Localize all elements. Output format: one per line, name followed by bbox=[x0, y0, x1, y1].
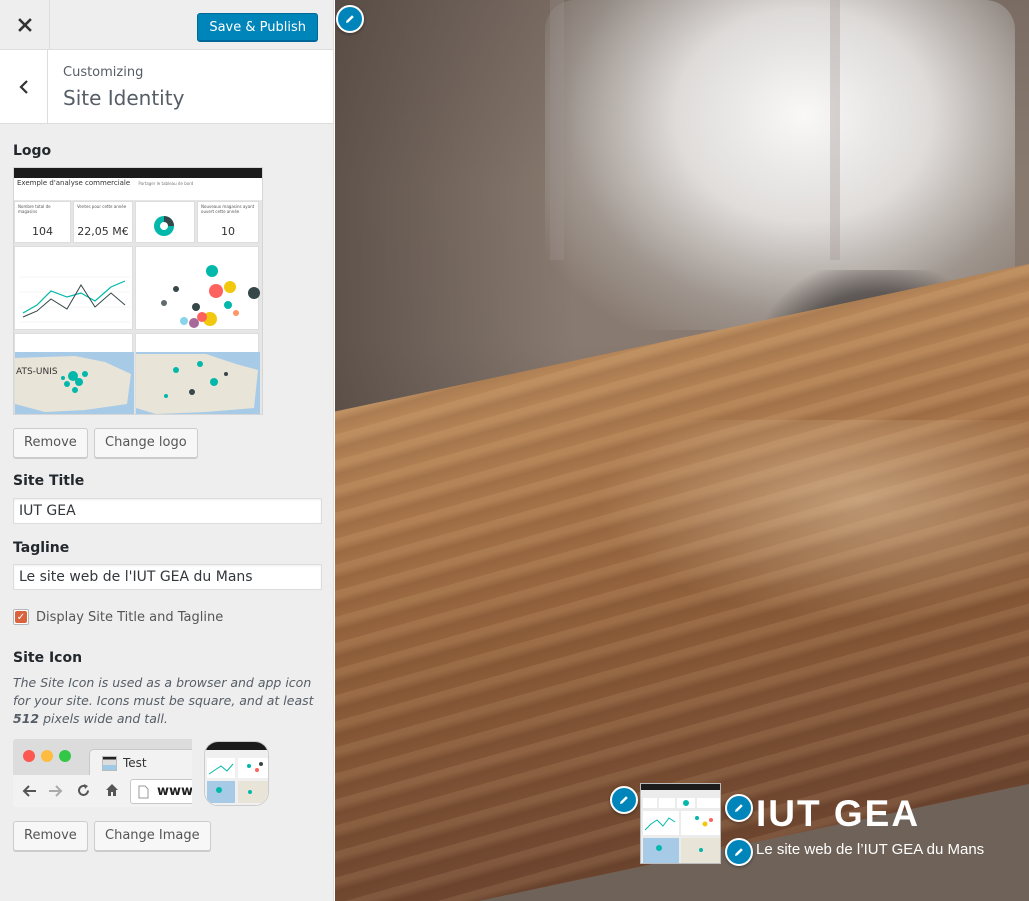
dashboard-title: Exemple d'analyse commerciale Partager l… bbox=[14, 178, 262, 192]
favicon-thumb bbox=[102, 756, 117, 771]
pencil-icon bbox=[620, 796, 628, 804]
reload-icon bbox=[78, 784, 89, 796]
back-button[interactable] bbox=[0, 50, 48, 123]
change-logo-button[interactable]: Change logo bbox=[94, 428, 198, 458]
kpi-value: 10 bbox=[221, 225, 235, 238]
close-icon bbox=[17, 18, 32, 32]
home-icon bbox=[106, 784, 118, 796]
remove-icon-button[interactable]: Remove bbox=[13, 821, 88, 851]
logo-label: Logo bbox=[13, 143, 52, 159]
browser-icon-preview: Test www. bbox=[13, 739, 192, 807]
browser-tab-label: Test bbox=[123, 756, 147, 770]
checkmark-icon: ✓ bbox=[15, 611, 27, 623]
kpi-value: 104 bbox=[32, 225, 53, 238]
hero-window-frame bbox=[550, 0, 840, 260]
kpi-caption: Nouveaux magasins ayant ouvert cette ann… bbox=[201, 204, 255, 214]
dashboard-title-text: Exemple d'analyse commerciale bbox=[17, 179, 131, 187]
logo-preview-image[interactable]: Exemple d'analyse commerciale Partager l… bbox=[13, 167, 263, 415]
site-icon-description: The Site Icon is used as a browser and a… bbox=[13, 674, 325, 728]
site-icon-label: Site Icon bbox=[13, 650, 83, 666]
pencil-icon bbox=[735, 848, 743, 856]
pie-tile bbox=[135, 201, 195, 243]
dashboard-topbar bbox=[14, 168, 262, 178]
pencil-icon bbox=[346, 15, 354, 23]
bubble-chart-thumb bbox=[161, 265, 260, 328]
breadcrumb: Customizing bbox=[63, 65, 144, 80]
site-icon-desc-text: pixels wide and tall. bbox=[39, 711, 168, 726]
app-icon-thumb bbox=[205, 742, 268, 805]
kpi-tile: Ventes pour cette année 22,05 M€ bbox=[73, 201, 133, 243]
customizer-header: Save & Publish bbox=[0, 0, 333, 50]
page-icon bbox=[138, 785, 149, 799]
app-icon-preview bbox=[204, 741, 269, 806]
section-header: Customizing Site Identity bbox=[0, 50, 333, 124]
chevron-left-icon bbox=[18, 79, 28, 94]
address-bar: www. bbox=[130, 779, 192, 804]
browser-toolbar: www. bbox=[13, 775, 192, 807]
tagline-label: Tagline bbox=[13, 540, 70, 556]
map-label: ATS-UNIS bbox=[16, 367, 58, 377]
line-chart-tile bbox=[14, 246, 133, 330]
pencil-icon bbox=[735, 804, 743, 812]
edit-logo-shortcut[interactable] bbox=[610, 786, 638, 814]
save-publish-button[interactable]: Save & Publish bbox=[197, 13, 318, 42]
kpi-tile: Nombre total de magasins 104 bbox=[14, 201, 71, 243]
site-logo[interactable] bbox=[640, 783, 721, 864]
kpi-value: 22,05 M€ bbox=[77, 225, 129, 238]
pie-chart-thumb bbox=[154, 216, 174, 236]
section-title: Site Identity bbox=[63, 86, 185, 110]
line-chart-thumb bbox=[19, 276, 130, 323]
bubble-chart-tile bbox=[135, 246, 260, 330]
kpi-tile: Nouveaux magasins ayant ouvert cette ann… bbox=[197, 201, 259, 243]
map-tile bbox=[135, 333, 260, 414]
browser-tab: Test bbox=[89, 749, 192, 775]
site-icon-desc-size: 512 bbox=[13, 711, 40, 726]
site-title-input[interactable] bbox=[13, 498, 322, 524]
map-thumb bbox=[136, 352, 260, 414]
minimize-dot bbox=[41, 750, 53, 762]
tagline-input[interactable] bbox=[13, 564, 322, 590]
edit-header-shortcut[interactable] bbox=[336, 5, 364, 33]
map-tile: ATS-UNIS bbox=[14, 333, 134, 414]
site-title-label: Site Title bbox=[13, 473, 85, 489]
site-icon-desc-text: The Site Icon is used as a browser and a… bbox=[13, 675, 314, 708]
close-customizer-button[interactable] bbox=[0, 0, 50, 50]
edit-title-shortcut[interactable] bbox=[725, 794, 753, 822]
kpi-caption: Nombre total de magasins bbox=[18, 204, 51, 214]
dashboard-share-text: Partager le tableau de bord bbox=[138, 181, 194, 186]
window-controls bbox=[23, 750, 71, 762]
kpi-caption: Ventes pour cette année bbox=[77, 204, 127, 209]
display-title-checkbox[interactable]: ✓ bbox=[13, 609, 29, 625]
site-preview[interactable]: IUT GEA Le site web de l’IUT GEA du Mans bbox=[335, 0, 1029, 901]
customizer-sidebar: Save & Publish Customizing Site Identity… bbox=[0, 0, 334, 901]
display-title-label[interactable]: Display Site Title and Tagline bbox=[36, 610, 223, 625]
display-title-option: ✓ Display Site Title and Tagline bbox=[13, 609, 223, 625]
forward-arrow-icon bbox=[49, 785, 63, 797]
edit-tagline-shortcut[interactable] bbox=[725, 838, 753, 866]
site-logo-image bbox=[641, 784, 720, 863]
remove-logo-button[interactable]: Remove bbox=[13, 428, 88, 458]
address-text: www. bbox=[157, 784, 192, 799]
change-image-button[interactable]: Change Image bbox=[94, 821, 211, 851]
close-dot bbox=[23, 750, 35, 762]
hero-table-glare bbox=[595, 420, 1029, 620]
back-arrow-icon bbox=[22, 785, 36, 797]
dashboard-qa-bar bbox=[14, 192, 262, 200]
maximize-dot bbox=[59, 750, 71, 762]
preview-tagline[interactable]: Le site web de l’IUT GEA du Mans bbox=[756, 841, 984, 858]
preview-site-title[interactable]: IUT GEA bbox=[756, 793, 920, 835]
